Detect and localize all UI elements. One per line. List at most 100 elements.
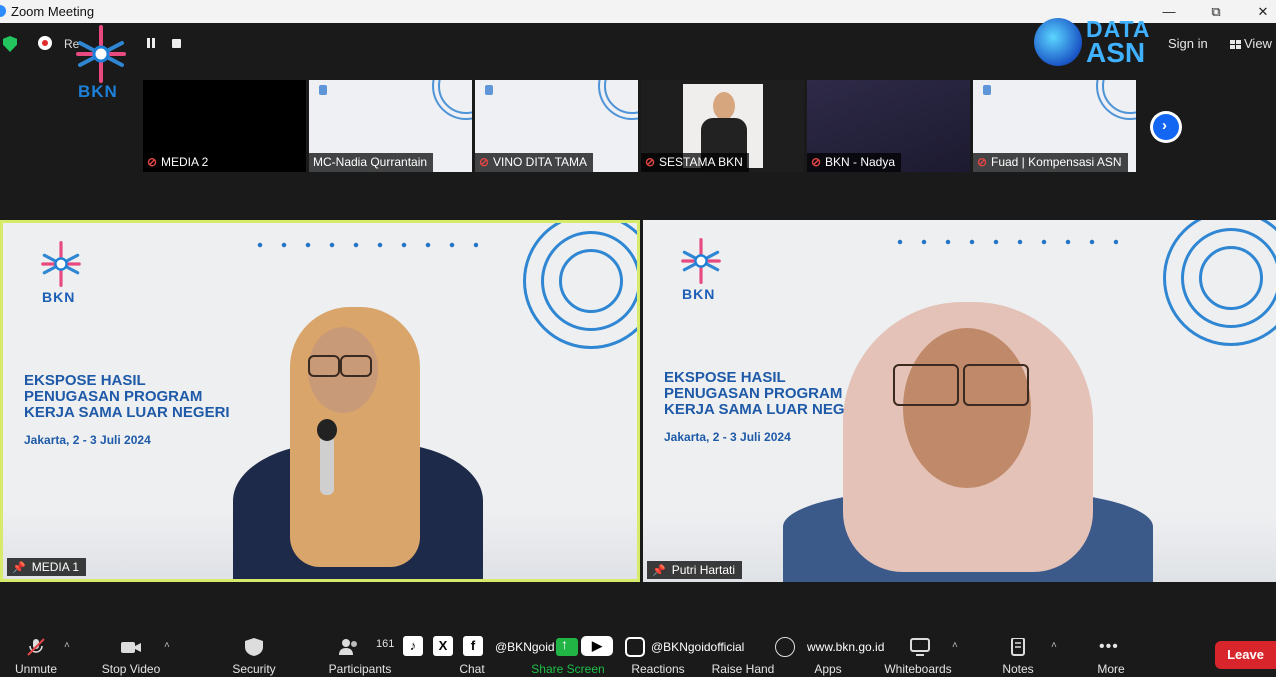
speaker-video-tile[interactable]: BKN EKSPOSE HASIL PENUGASAN PROGRAM KERJ… — [0, 220, 640, 582]
participant-tile[interactable]: MC-Nadia Qurrantain — [309, 80, 472, 172]
bkn-logo: BKN — [70, 25, 132, 101]
participant-name: MEDIA 2 — [161, 155, 209, 169]
next-page-button[interactable]: › — [1150, 111, 1182, 143]
website-link: www.bkn.go.id — [807, 640, 885, 654]
muted-mic-icon: ⊘ — [147, 155, 158, 169]
grid-view-icon — [1230, 40, 1241, 49]
slide-arc-decoration — [438, 80, 472, 114]
video-camera-icon — [121, 642, 141, 653]
slide-title-line: KERJA SAMA LUAR NEGERI — [24, 404, 230, 421]
speaker-name: MEDIA 1 — [31, 560, 80, 574]
muted-mic-icon — [27, 638, 45, 656]
minimize-button[interactable]: — — [1146, 0, 1192, 23]
participants-count: 161 — [376, 638, 395, 650]
speaker-name: Putri Hartati — [671, 563, 736, 577]
facebook-icon: f — [463, 636, 483, 656]
instagram-icon — [625, 637, 645, 657]
slide-arc-decoration — [1102, 80, 1136, 114]
data-asn-globe-icon — [1034, 18, 1082, 66]
youtube-icon: ▶ — [581, 636, 613, 656]
ring-decoration-inner — [559, 249, 623, 313]
participant-tile[interactable]: ⊘ SESTAMA BKN — [641, 80, 804, 172]
data-asn-bottom-text: ASN — [1086, 37, 1146, 68]
speaker-glasses — [308, 355, 340, 377]
slide-arc-decoration — [604, 80, 638, 114]
close-button[interactable]: ✕ — [1240, 0, 1276, 23]
speaker-person — [228, 303, 488, 579]
participant-name-tag: MC-Nadia Qurrantain — [309, 153, 434, 172]
more-dots-icon: ••• — [1099, 638, 1119, 655]
slide-date: Jakarta, 2 - 3 Juli 2024 — [24, 433, 151, 447]
raise-hand-label: Raise Hand — [711, 662, 775, 676]
view-button[interactable]: View — [1230, 36, 1272, 51]
reactions-label: Reactions — [631, 662, 685, 676]
participant-tile[interactable]: ⊘ VINO DITA TAMA — [475, 80, 638, 172]
dot-pattern-decoration — [888, 230, 1118, 260]
notes-icon — [1011, 638, 1025, 656]
ring-decoration — [523, 223, 637, 349]
whiteboard-options-chevron-icon[interactable]: ˄ — [952, 640, 958, 651]
whiteboards-label: Whiteboards — [884, 662, 952, 676]
window-title: Zoom Meeting — [11, 4, 95, 19]
data-asn-logo: DATA ASN — [1034, 16, 1152, 68]
muted-mic-icon: ⊘ — [811, 155, 822, 169]
participant-name: BKN - Nadya — [825, 155, 896, 169]
dot-pattern-decoration — [248, 233, 478, 263]
slide-logo-icon — [485, 85, 493, 95]
share-screen-icon[interactable] — [556, 636, 578, 656]
speaker-video-tile[interactable]: BKN EKSPOSE HASIL PENUGASAN PROGRAM KERJ… — [643, 220, 1276, 582]
ring-decoration — [1163, 220, 1276, 346]
notes-options-chevron-icon[interactable]: ˄ — [1051, 640, 1057, 651]
security-shield-icon — [245, 638, 263, 656]
audio-options-chevron-icon[interactable]: ˄ — [64, 640, 70, 651]
stop-video-label: Stop Video — [101, 662, 161, 676]
chevron-right-icon: › — [1162, 117, 1167, 134]
video-frame: BKN EKSPOSE HASIL PENUGASAN PROGRAM KERJ… — [643, 220, 1276, 582]
slide-logo-text: BKN — [682, 286, 716, 302]
slide-title-line: PENUGASAN PROGRAM — [24, 388, 203, 405]
restore-button[interactable]: ⧉ — [1193, 0, 1239, 23]
ring-decoration-inner — [1199, 246, 1263, 310]
bkn-emblem-icon — [41, 241, 81, 287]
globe-icon — [775, 637, 795, 657]
video-frame: BKN EKSPOSE HASIL PENUGASAN PROGRAM KERJ… — [3, 223, 637, 579]
signin-link[interactable]: Sign in — [1168, 36, 1208, 51]
social-handle-instagram: @BKNgoidofficial — [651, 640, 745, 654]
security-label: Security — [232, 662, 276, 676]
participant-tile[interactable]: ⊘ MEDIA 2 — [143, 80, 306, 172]
participant-name-tag: ⊘ VINO DITA TAMA — [475, 153, 594, 172]
chat-label: Chat — [459, 662, 485, 676]
speaker-name-tag: 📌 MEDIA 1 — [7, 558, 87, 576]
bkn-emblem-icon — [681, 238, 721, 284]
participant-name: SESTAMA BKN — [659, 155, 743, 169]
participant-name-tag: ⊘ BKN - Nadya — [807, 153, 902, 172]
notes-label: Notes — [1002, 662, 1034, 676]
participant-name-tag: ⊘ Fuad | Kompensasi ASN — [973, 153, 1128, 172]
participants-label: Participants — [328, 662, 392, 676]
participant-tile[interactable]: ⊘ BKN - Nadya — [807, 80, 970, 172]
muted-mic-icon: ⊘ — [645, 155, 656, 169]
social-handle: @BKNgoid — [495, 640, 555, 654]
participant-name: VINO DITA TAMA — [493, 155, 588, 169]
slide-logo-icon — [983, 85, 991, 95]
participant-name-tag: ⊘ MEDIA 2 — [143, 153, 215, 172]
participant-name: Fuad | Kompensasi ASN — [991, 155, 1122, 169]
video-options-chevron-icon[interactable]: ˄ — [164, 640, 170, 651]
stop-recording-icon[interactable] — [172, 39, 181, 48]
pause-recording-icon[interactable] — [146, 38, 156, 48]
participant-tile[interactable]: ⊘ Fuad | Kompensasi ASN — [973, 80, 1136, 172]
leave-button[interactable]: Leave — [1215, 641, 1276, 669]
slide-logo-text: BKN — [42, 289, 76, 305]
participants-icon — [339, 639, 358, 655]
speaker-glasses — [340, 355, 372, 377]
participant-name: MC-Nadia Qurrantain — [313, 155, 428, 169]
slide-bkn-logo: BKN — [678, 238, 728, 308]
speaker-glasses — [893, 364, 959, 406]
share-screen-label: Share Screen — [531, 662, 605, 676]
whiteboard-icon — [910, 638, 931, 656]
slide-bkn-logo: BKN — [38, 241, 88, 311]
handheld-microphone — [317, 419, 337, 495]
pin-icon: 📌 — [652, 565, 666, 577]
speaker-glasses — [963, 364, 1029, 406]
slide-title: EKSPOSE HASIL PENUGASAN PROGRAM KERJA SA… — [24, 373, 230, 421]
